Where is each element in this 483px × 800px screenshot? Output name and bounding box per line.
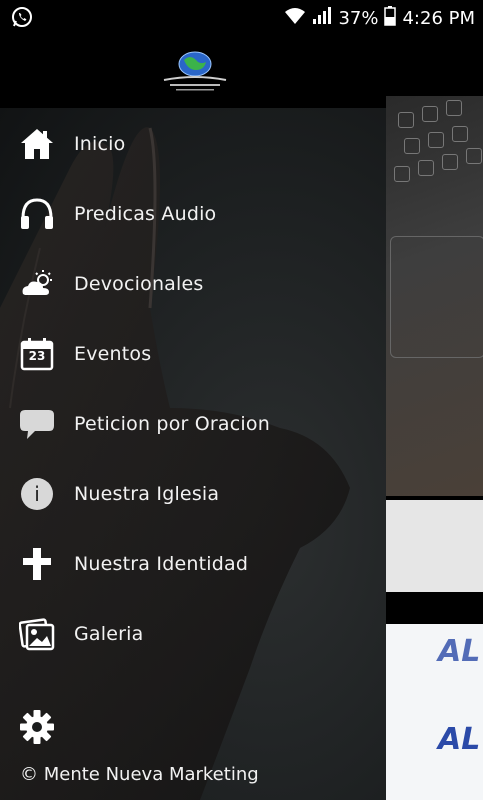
church-logo [160,50,230,94]
background-title-bar [386,592,478,624]
background-logo-text-2: AL [438,722,481,757]
background-banner: AL AL [386,624,483,800]
calendar-day: 23 [28,349,46,363]
cloud-sun-icon [18,265,56,303]
menu-item-label: Galeria [74,623,144,645]
menu-item-predicas-audio[interactable]: Predicas Audio [0,182,386,246]
menu-item-label: Inicio [74,133,126,155]
background-logo-text-1: AL [438,634,481,669]
menu-item-peticion-por-oracion[interactable]: Peticion por Oracion [0,392,386,456]
calendar-icon: 23 [18,335,56,373]
menu-item-label: Devocionales [74,273,204,295]
background-card [386,500,483,592]
menu-item-eventos[interactable]: 23 Eventos [0,322,386,386]
battery-icon [384,6,397,31]
wifi-icon [284,7,306,30]
navigation-drawer: Inicio Predicas Audio Devocionales 23 Ev… [0,108,386,800]
clock: 4:26 PM [402,8,475,29]
gear-icon[interactable] [18,708,56,746]
menu-item-nuestra-iglesia[interactable]: i Nuestra Iglesia [0,462,386,526]
menu-item-label: Predicas Audio [74,203,217,225]
menu-item-label: Eventos [74,343,152,365]
gallery-icon [18,615,56,653]
menu-item-label: Peticion por Oracion [74,413,270,435]
headphones-icon [18,195,56,233]
menu-item-label: Nuestra Iglesia [74,483,220,505]
menu-item-galeria[interactable]: Galeria [0,602,386,666]
info-icon: i [18,475,56,513]
info-glyph: i [34,482,40,506]
home-icon [18,125,56,163]
cross-icon [18,545,56,583]
copyright-text: © Mente Nueva Marketing [20,764,259,785]
speech-bubble-icon [18,405,56,443]
menu-item-inicio[interactable]: Inicio [0,112,386,176]
battery-percent: 37% [338,8,379,29]
signal-icon [312,7,332,30]
menu-item-label: Nuestra Identidad [74,553,249,575]
menu-item-nuestra-identidad[interactable]: Nuestra Identidad [0,532,386,596]
background-laptop-image [386,96,483,496]
menu-item-devocionales[interactable]: Devocionales [0,252,386,316]
partial-menu-icon [30,682,44,688]
status-bar: 37% 4:26 PM [0,0,483,34]
whatsapp-icon [10,5,34,33]
background-content: AL AL [386,96,483,800]
